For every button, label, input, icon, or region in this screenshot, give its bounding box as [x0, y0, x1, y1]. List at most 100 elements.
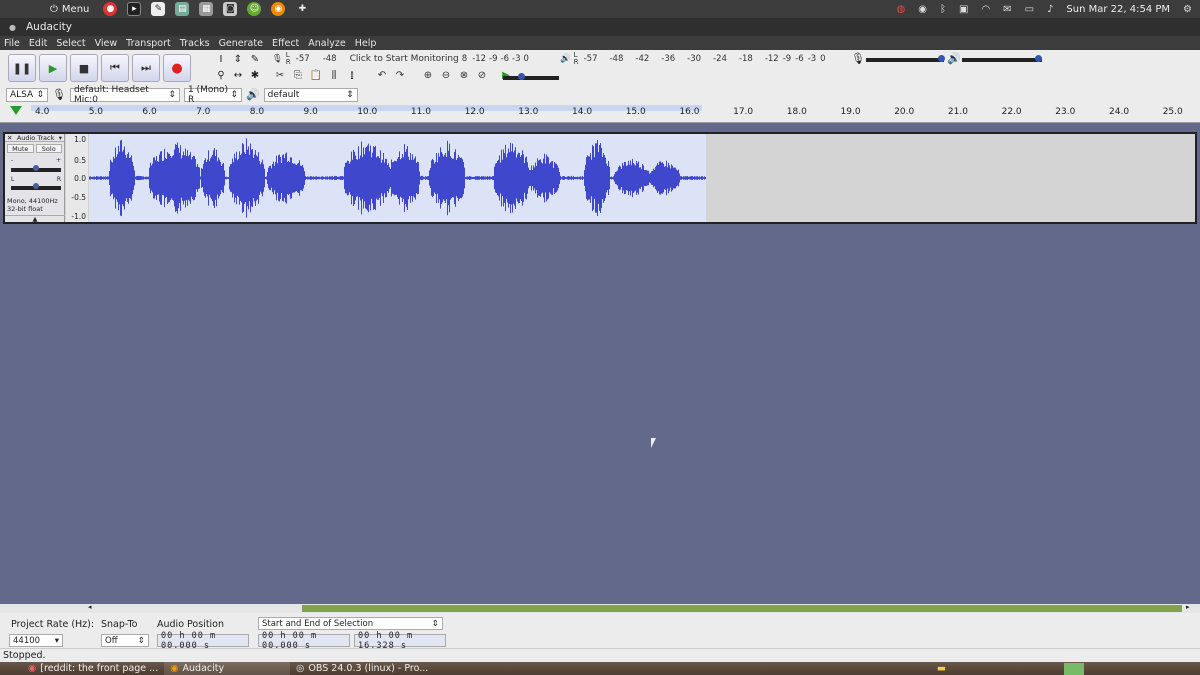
- menu-effect[interactable]: Effect: [272, 38, 299, 49]
- skip-end-button[interactable]: ⏭: [132, 54, 160, 82]
- audio-position-field[interactable]: 00 h 00 m 00.000 s: [157, 631, 249, 651]
- copy-button[interactable]: ⎘: [290, 68, 306, 83]
- clock[interactable]: Sun Mar 22, 4:54 PM: [1066, 4, 1170, 15]
- multi-tool[interactable]: ✱: [247, 68, 263, 83]
- scroll-right-icon[interactable]: ▸: [1186, 603, 1190, 611]
- mail-icon[interactable]: ✉: [1003, 4, 1011, 15]
- menu-transport[interactable]: Transport: [126, 38, 171, 49]
- menu-edit[interactable]: Edit: [29, 38, 47, 49]
- menu-view[interactable]: View: [95, 38, 118, 49]
- wifi-icon[interactable]: ◠: [981, 4, 990, 15]
- paste-button[interactable]: 📋: [308, 68, 324, 83]
- playback-device-value: default: [267, 89, 300, 100]
- record-button[interactable]: ●: [163, 54, 191, 82]
- menu-generate[interactable]: Generate: [219, 38, 263, 49]
- recording-channels-select[interactable]: 1 (Mono) R ⇕: [183, 85, 242, 105]
- zoom-tool[interactable]: ⚲: [213, 68, 229, 83]
- start-monitoring-label[interactable]: Click to Start Monitoring: [350, 54, 459, 64]
- gain-slider[interactable]: [11, 164, 61, 174]
- battery-icon[interactable]: ▭: [1025, 4, 1034, 15]
- selection-tool[interactable]: I: [213, 52, 229, 67]
- solo-button[interactable]: Solo: [35, 144, 62, 153]
- files-icon[interactable]: ▤: [175, 2, 190, 16]
- mute-button[interactable]: Mute: [7, 144, 34, 153]
- draw-tool[interactable]: ✎: [247, 52, 263, 67]
- obs-tray-icon[interactable]: ◍: [897, 4, 906, 15]
- menu-file[interactable]: File: [4, 38, 20, 49]
- selection-mode-select[interactable]: Start and End of Selection ⇕: [258, 617, 443, 630]
- calculator-icon[interactable]: ▦: [199, 2, 214, 16]
- timeshift-tool[interactable]: ↔: [230, 68, 246, 83]
- menu-tracks[interactable]: Tracks: [180, 38, 210, 49]
- user-avatar-icon[interactable]: [1064, 662, 1084, 675]
- silence-button[interactable]: ⫾: [344, 68, 360, 83]
- play-head-icon[interactable]: [10, 106, 22, 115]
- menu-help[interactable]: Help: [355, 38, 377, 49]
- track-close-icon[interactable]: ✕: [7, 134, 12, 142]
- meter-tick: -36: [661, 54, 676, 64]
- meter-tick: 0: [820, 54, 826, 64]
- track-vertical-scale[interactable]: 1.0 0.5 0.0 -0.5 -1.0: [66, 134, 88, 222]
- selection-end-field[interactable]: 00 h 00 m 16.328 s: [354, 631, 446, 651]
- playback-device-select[interactable]: default ⇕: [263, 87, 358, 102]
- zoom-in-button[interactable]: ⊕: [420, 68, 436, 83]
- zoom-out-button[interactable]: ⊖: [438, 68, 454, 83]
- android-icon[interactable]: ☺: [247, 2, 262, 16]
- menu-select[interactable]: Select: [56, 38, 85, 49]
- track-panel[interactable]: ✕ Audio Track ▾ Mute Solo - + LR Mono, 4…: [0, 124, 1200, 604]
- audio-host-select[interactable]: ALSA ⇕: [6, 87, 48, 102]
- chrome-icon[interactable]: ●: [103, 2, 118, 16]
- ruler-tick: 25.0: [1162, 107, 1183, 117]
- fit-selection-button[interactable]: ⊗: [456, 68, 472, 83]
- fit-project-button[interactable]: ⊘: [474, 68, 490, 83]
- scroll-left-icon[interactable]: ◂: [88, 603, 92, 611]
- game-controller-icon[interactable]: ✚: [295, 2, 309, 16]
- stop-button[interactable]: ■: [70, 54, 98, 82]
- horizontal-scrollbar[interactable]: ◂ ▸: [0, 603, 1200, 613]
- ruler-tick: 7.0: [196, 107, 211, 117]
- volume-icon[interactable]: ♪: [1047, 4, 1053, 15]
- cut-button[interactable]: ✂: [272, 68, 288, 83]
- selection-start-field[interactable]: 00 h 00 m 00.000 s: [258, 631, 350, 651]
- waveform-display[interactable]: [89, 134, 706, 222]
- play-button[interactable]: ▶: [39, 54, 67, 82]
- screenshot-icon[interactable]: ◙: [223, 2, 238, 16]
- keyboard-icon[interactable]: ▣: [959, 4, 968, 15]
- record-volume-slider[interactable]: [866, 54, 945, 64]
- taskbar-item-browser[interactable]: ◉ [reddit: the front page ...: [22, 662, 164, 675]
- pause-button[interactable]: ❚❚: [8, 54, 36, 82]
- skip-start-button[interactable]: ⏮: [101, 54, 129, 82]
- trim-button[interactable]: ⫼: [326, 68, 342, 83]
- playback-meter[interactable]: 🔊 L R -57 -48 -42 -36 -30 -24 -18 -12 -9…: [560, 52, 826, 66]
- redo-button[interactable]: ↷: [392, 68, 408, 83]
- settings-icon[interactable]: ⚙: [1183, 4, 1192, 15]
- bluetooth-icon[interactable]: ᛒ: [940, 4, 946, 15]
- taskbar-item-obs[interactable]: ◎ OBS 24.0.3 (linux) - Pro...: [290, 662, 434, 675]
- text-editor-icon[interactable]: ✎: [151, 2, 166, 16]
- taskbar-item-audacity[interactable]: ◉ Audacity: [164, 662, 291, 675]
- snap-to-select[interactable]: Off ⇕: [101, 634, 149, 647]
- play-speed-slider[interactable]: [503, 72, 559, 82]
- track-name-menu[interactable]: Audio Track: [17, 134, 55, 142]
- audacity-launcher-icon[interactable]: ◉: [271, 2, 286, 16]
- status-bar: Stopped.: [0, 648, 1200, 662]
- chrome-tray-icon[interactable]: ◉: [918, 4, 927, 15]
- audio-track[interactable]: ✕ Audio Track ▾ Mute Solo - + LR Mono, 4…: [3, 132, 1197, 224]
- workspace-folder-icon[interactable]: ▬: [937, 663, 946, 674]
- recording-device-select[interactable]: default: Headset Mic:0 ⇕: [69, 85, 180, 105]
- playback-volume-slider[interactable]: [962, 54, 1042, 64]
- record-meter[interactable]: 🎙 L R -57 -48 Click to Start Monitoring …: [272, 52, 529, 66]
- track-menu-dropdown-icon[interactable]: ▾: [59, 134, 62, 142]
- envelope-tool[interactable]: ⇕: [230, 52, 246, 67]
- horizontal-scroll-thumb[interactable]: [302, 605, 1182, 612]
- timeline-ruler[interactable]: 4.0 5.0 6.0 7.0 8.0 9.0 10.0 11.0 12.0 13.0 14.0 15…: [0, 103, 1200, 123]
- ruler-tick: 20.0: [894, 107, 915, 117]
- track-collapse-button[interactable]: ▲: [5, 215, 65, 222]
- menu-analyze[interactable]: Analyze: [308, 38, 345, 49]
- project-rate-select[interactable]: 44100 ▾: [9, 634, 63, 647]
- terminal-icon[interactable]: ▸: [127, 2, 142, 16]
- pan-slider[interactable]: [11, 182, 61, 192]
- undo-button[interactable]: ↶: [374, 68, 390, 83]
- window-close-icon[interactable]: ●: [9, 23, 16, 32]
- system-menu-button[interactable]: ⏻ Menu: [50, 4, 89, 15]
